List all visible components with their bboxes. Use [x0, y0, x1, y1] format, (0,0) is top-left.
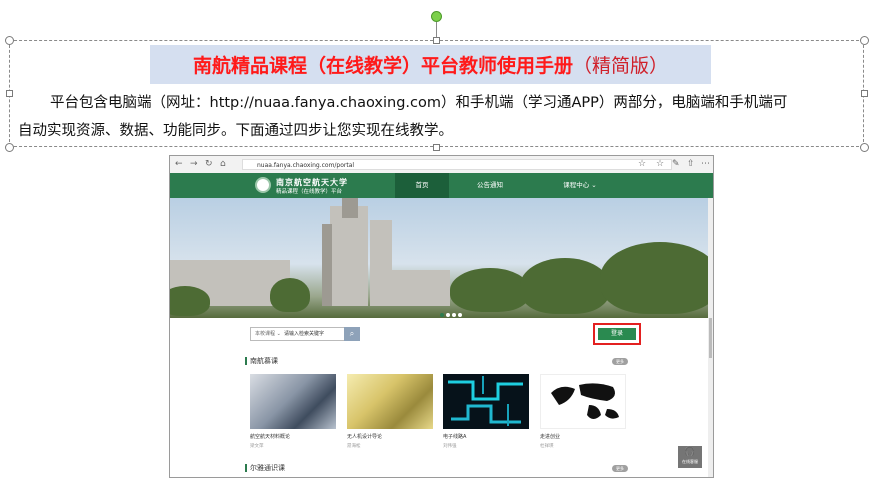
course-teacher: 昂海松	[347, 444, 361, 449]
search-input: 请输入检索关键字	[284, 331, 325, 337]
portal-navbar: 南京航空航天大学 精品课程（在线教学）平台 首页 公告通知 课程中心 ⌄	[170, 173, 713, 198]
pen-icon: ✎	[672, 159, 680, 169]
search-icon: ⌕	[344, 327, 360, 341]
back-icon: ←	[175, 159, 183, 169]
course-teacher: 梁文萍	[250, 444, 264, 449]
course-name: 航空航天材料概论	[250, 434, 291, 440]
course-image	[443, 374, 529, 429]
refresh-icon: ↻	[205, 159, 213, 169]
forward-icon: →	[190, 159, 198, 169]
login-highlight-box: 登录	[593, 323, 641, 345]
logo-subtitle: 精品课程（在线教学）平台	[276, 189, 343, 195]
favorites-icon: ☆	[656, 159, 665, 169]
share-icon: ⇧	[687, 159, 695, 169]
resize-handle-top-left[interactable]	[5, 36, 14, 45]
circuit-graphic	[448, 376, 523, 426]
title-main: 南航精品课程（在线教学）平台教师使用手册	[192, 55, 573, 77]
rotate-handle[interactable]	[431, 11, 442, 22]
more-button-mooc: 更多	[612, 358, 628, 365]
more-button-erya: 更多	[612, 465, 628, 472]
nav-courses: 课程中心 ⌄	[563, 181, 597, 189]
star-icon: ☆	[638, 159, 647, 169]
page-scrollbar	[708, 198, 713, 477]
course-teacher: 杜祥瑛	[540, 444, 554, 449]
course-card: 走进创业 杜祥瑛	[540, 374, 626, 449]
headset-icon: 🎧	[684, 447, 696, 457]
university-emblem-icon	[255, 177, 271, 193]
resize-handle-bottom-left[interactable]	[5, 143, 14, 152]
world-map-graphic	[551, 383, 619, 419]
resize-handle-left[interactable]	[6, 90, 13, 97]
title-highlight: 南航精品课程（在线教学）平台教师使用手册 （精简版）	[150, 45, 711, 84]
more-icon: ⋯	[701, 159, 710, 169]
banner-pagination	[440, 302, 464, 318]
intro-line-1: 平台包含电脑端（网址：http://nuaa.fanya.chaoxing.co…	[50, 95, 788, 111]
search-scope: 本校课程 ⌄	[255, 331, 281, 337]
browser-toolbar: ← → ↻ ⌂ nuaa.fanya.chaoxing.com/portal ☆…	[170, 156, 713, 174]
login-button: 登录	[598, 328, 636, 340]
section-title-erya: 尔雅通识课	[245, 464, 285, 472]
resize-handle-top-right[interactable]	[860, 36, 869, 45]
course-teacher: 刘伟强	[443, 444, 457, 449]
course-name: 无人机设计导论	[347, 434, 383, 440]
online-service-widget: 🎧 在线客服	[678, 446, 702, 468]
online-service-label: 在线客服	[682, 459, 698, 464]
resize-handle-bottom[interactable]	[433, 144, 440, 151]
course-card: 电子线路A 刘伟强	[443, 374, 529, 449]
document-title: 南航精品课程（在线教学）平台教师使用手册 （精简版）	[150, 45, 711, 84]
course-card: 航空航天材料概论 梁文萍	[250, 374, 336, 449]
resize-handle-right[interactable]	[861, 90, 868, 97]
course-image	[540, 374, 626, 429]
home-icon: ⌂	[220, 159, 226, 169]
course-search: 本校课程 ⌄ 请输入检索关键字 ⌕	[250, 327, 360, 341]
course-card: 无人机设计导论 昂海松	[347, 374, 433, 449]
portal-screenshot: ← → ↻ ⌂ nuaa.fanya.chaoxing.com/portal ☆…	[169, 155, 714, 478]
nav-home: 首页	[395, 173, 449, 198]
course-image	[250, 374, 336, 429]
course-name: 走进创业	[540, 434, 561, 440]
campus-banner-image	[170, 198, 713, 318]
nav-notice: 公告通知	[477, 181, 503, 189]
intro-line-2: 自动实现资源、数据、功能同步。下面通过四步让您实现在线教学。	[18, 123, 453, 139]
section-title-mooc: 南航慕课	[245, 357, 278, 365]
resize-handle-top[interactable]	[433, 37, 440, 44]
resize-handle-bottom-right[interactable]	[860, 143, 869, 152]
intro-paragraph: 平台包含电脑端（网址：http://nuaa.fanya.chaoxing.co…	[18, 89, 858, 145]
address-bar: nuaa.fanya.chaoxing.com/portal	[242, 159, 672, 170]
course-image	[347, 374, 433, 429]
course-name: 电子线路A	[443, 434, 467, 440]
title-version: （精简版）	[573, 55, 669, 77]
